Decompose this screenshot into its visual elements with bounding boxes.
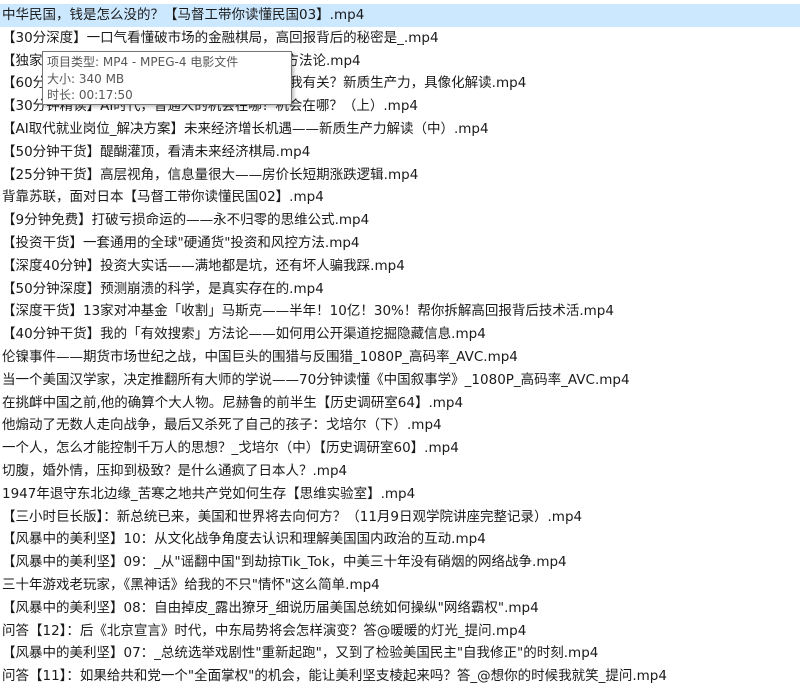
file-item[interactable]: 中华民国，钱是怎么没的？【马督工带你读懂民国03】.mp4 bbox=[0, 4, 800, 27]
file-name-label: 【40分钟干货】我的「有效搜索」方法论——如何用公开渠道挖掘隐藏信息.mp4 bbox=[2, 326, 486, 343]
file-item[interactable]: 【风暴中的美利坚】10：从文化战争角度去认识和理解美国国内政治的互动.mp4 bbox=[0, 528, 800, 551]
file-item[interactable]: 他煽动了无数人走向战争，最后又杀死了自己的孩子：戈培尔（下）.mp4 bbox=[0, 414, 800, 437]
file-name-label: 【AI取代就业岗位_解决方案】未来经济增长机遇——新质生产力解读（中）.mp4 bbox=[2, 120, 489, 137]
file-name-label: 切腹，婚外情，压抑到极致？是什么通疯了日本人？.mp4 bbox=[2, 462, 348, 479]
file-name-label: 1947年退守东北边缘_苦寒之地共产党如何生存【思维实验室】.mp4 bbox=[2, 485, 416, 502]
tooltip-file-type: 项目类型: MP4 - MPEG-4 电影文件 bbox=[47, 55, 239, 69]
file-name-label: 【9分钟免费】打破亏损命运的——永不归零的思维公式.mp4 bbox=[2, 212, 370, 229]
file-list: 中华民国，钱是怎么没的？【马督工带你读懂民国03】.mp4 【30分深度】一口气看… bbox=[0, 4, 800, 689]
file-item[interactable]: 【风暴中的美利坚】07：_总统选举戏剧性"重新起跑"，又到了检验美国民主"自我修… bbox=[0, 642, 800, 665]
file-name-label: 【风暴中的美利坚】10：从文化战争角度去认识和理解美国国内政治的互动.mp4 bbox=[2, 531, 486, 548]
file-name-label: 背靠苏联，面对日本【马督工带你读懂民国02】.mp4 bbox=[2, 189, 324, 206]
file-item[interactable]: 三十年游戏老玩家，《黑神话》给我的不只"情怀"这么简单.mp4 bbox=[0, 574, 800, 597]
file-name-label: 【三小时巨长版】：新总统已来，美国和世界将去向何方？（11月9日观学院讲座完整记… bbox=[2, 508, 583, 525]
file-item[interactable]: 伦镍事件——期货市场世纪之战，中国巨头的围猎与反围猎_1080P_高码率_AVC… bbox=[0, 346, 800, 369]
file-name-label: 他煽动了无数人走向战争，最后又杀死了自己的孩子：戈培尔（下）.mp4 bbox=[2, 417, 442, 434]
file-item[interactable]: 【深度干货】13家对冲基金「收割」马斯克——半年！10亿！30%！帮你拆解高回报… bbox=[0, 300, 800, 323]
file-item[interactable]: 1947年退守东北边缘_苦寒之地共产党如何生存【思维实验室】.mp4 bbox=[0, 483, 800, 506]
file-name-label: 伦镍事件——期货市场世纪之战，中国巨头的围猎与反围猎_1080P_高码率_AVC… bbox=[2, 348, 518, 365]
file-name-label: 一个人，怎么才能控制千万人的思想？_戈培尔（中）【历史调研室60】.mp4 bbox=[2, 440, 459, 457]
file-name-label: 【30分深度】一口气看懂破市场的金融棋局，高回报背后的秘密是_.mp4 bbox=[2, 29, 439, 46]
file-item[interactable]: 一个人，怎么才能控制千万人的思想？_戈培尔（中）【历史调研室60】.mp4 bbox=[0, 437, 800, 460]
file-name-label: 【投资干货】一套通用的全球"硬通货"投资和风控方法.mp4 bbox=[2, 234, 360, 251]
file-name-label: 【深度40分钟】投资大实话——满地都是坑，还有坏人骗我踩.mp4 bbox=[2, 257, 405, 274]
file-name-label: 问答【11】：如果给共和党一个"全面掌权"的机会，能让美利坚支棱起来吗？答_@想… bbox=[2, 668, 667, 685]
file-name-label: 【风暴中的美利坚】09：_从"谣翻中国"到劫掠Tik_Tok，中美三十年没有硝烟… bbox=[2, 554, 567, 571]
file-name-label: 【25分钟干货】高层视角，信息量很大——房价长短期涨跌逻辑.mp4 bbox=[2, 166, 419, 183]
file-name-label: 【50分钟干货】醍醐灌顶，看清未来经济棋局.mp4 bbox=[2, 143, 311, 160]
file-item[interactable]: 【风暴中的美利坚】09：_从"谣翻中国"到劫掠Tik_Tok，中美三十年没有硝烟… bbox=[0, 551, 800, 574]
tooltip-file-size: 大小: 340 MB bbox=[47, 71, 125, 86]
file-item[interactable]: 【深度40分钟】投资大实话——满地都是坑，还有坏人骗我踩.mp4 bbox=[0, 255, 800, 278]
file-item[interactable]: 【9分钟免费】打破亏损命运的——永不归零的思维公式.mp4 bbox=[0, 209, 800, 232]
file-item[interactable]: 【25分钟干货】高层视角，信息量很大——房价长短期涨跌逻辑.mp4 bbox=[0, 164, 800, 187]
file-item[interactable]: 【AI取代就业岗位_解决方案】未来经济增长机遇——新质生产力解读（中）.mp4 bbox=[0, 118, 800, 141]
tooltip-file-duration: 时长: 00:17:50 bbox=[47, 88, 133, 102]
file-item[interactable]: 【风暴中的美利坚】08：自由掉皮_露出獠牙_细说历届美国总统如何操纵"网络霸权"… bbox=[0, 597, 800, 620]
file-item[interactable]: 切腹，婚外情，压抑到极致？是什么通疯了日本人？.mp4 bbox=[0, 460, 800, 483]
file-name-label: 当一个美国汉学家，决定推翻所有大师的学说——70分钟读懂《中国叙事学》_1080… bbox=[2, 371, 630, 388]
file-info-tooltip: 项目类型: MP4 - MPEG-4 电影文件 大小: 340 MB 时长: 0… bbox=[42, 51, 292, 105]
file-item[interactable]: 在挑衅中国之前,他的确算个大人物。尼赫鲁的前半生【历史调研室64】.mp4 bbox=[0, 392, 800, 415]
file-item[interactable]: 背靠苏联，面对日本【马督工带你读懂民国02】.mp4 bbox=[0, 186, 800, 209]
file-name-label: 三十年游戏老玩家，《黑神话》给我的不只"情怀"这么简单.mp4 bbox=[2, 576, 380, 593]
file-item[interactable]: 问答【12】：后《北京宣言》时代，中东局势将会怎样演变？答@暖暖的灯光_提问.m… bbox=[0, 620, 800, 643]
file-item[interactable]: 【40分钟干货】我的「有效搜索」方法论——如何用公开渠道挖掘隐藏信息.mp4 bbox=[0, 323, 800, 346]
file-item[interactable]: 当一个美国汉学家，决定推翻所有大师的学说——70分钟读懂《中国叙事学》_1080… bbox=[0, 369, 800, 392]
file-item[interactable]: 【50分钟深度】预测崩溃的科学，是真实存在的.mp4 bbox=[0, 278, 800, 301]
file-item[interactable]: 【投资干货】一套通用的全球"硬通货"投资和风控方法.mp4 bbox=[0, 232, 800, 255]
file-name-label: 【深度干货】13家对冲基金「收割」马斯克——半年！10亿！30%！帮你拆解高回报… bbox=[2, 303, 614, 320]
file-name-label: 【50分钟深度】预测崩溃的科学，是真实存在的.mp4 bbox=[2, 280, 324, 297]
file-name-label: 问答【12】：后《北京宣言》时代，中东局势将会怎样演变？答@暖暖的灯光_提问.m… bbox=[2, 622, 527, 639]
file-name-label: 【风暴中的美利坚】08：自由掉皮_露出獠牙_细说历届美国总统如何操纵"网络霸权"… bbox=[2, 599, 539, 616]
file-item[interactable]: 【30分深度】一口气看懂破市场的金融棋局，高回报背后的秘密是_.mp4 bbox=[0, 27, 800, 50]
file-item[interactable]: 【50分钟干货】醍醐灌顶，看清未来经济棋局.mp4 bbox=[0, 141, 800, 164]
file-item[interactable]: 【三小时巨长版】：新总统已来，美国和世界将去向何方？（11月9日观学院讲座完整记… bbox=[0, 506, 800, 529]
file-name-label: 中华民国，钱是怎么没的？【马督工带你读懂民国03】.mp4 bbox=[2, 7, 365, 23]
file-name-label: 【风暴中的美利坚】07：_总统选举戏剧性"重新起跑"，又到了检验美国民主"自我修… bbox=[2, 645, 599, 662]
file-name-label: 在挑衅中国之前,他的确算个大人物。尼赫鲁的前半生【历史调研室64】.mp4 bbox=[2, 394, 464, 411]
file-item[interactable]: 问答【11】：如果给共和党一个"全面掌权"的机会，能让美利坚支棱起来吗？答_@想… bbox=[0, 665, 800, 688]
